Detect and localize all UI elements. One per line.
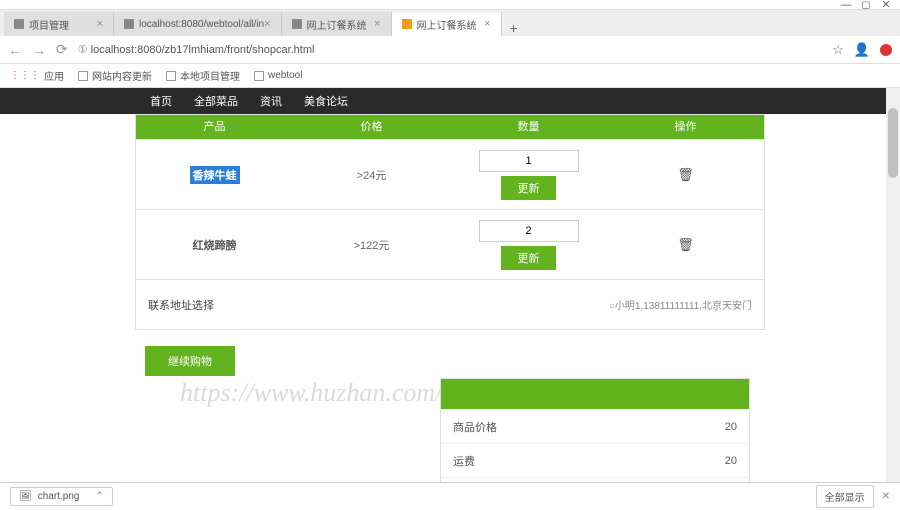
tab-close-icon[interactable]: × [264, 18, 270, 30]
download-item[interactable]: 🖼 chart.png ⌃ [10, 487, 113, 506]
product-price: >24元 [357, 167, 387, 183]
tab-close-icon[interactable]: × [97, 18, 103, 30]
nav-home[interactable]: 首页 [150, 93, 172, 109]
minimize-button[interactable]: — [840, 0, 852, 11]
update-button[interactable]: 更新 [501, 246, 556, 270]
update-button[interactable]: 更新 [501, 176, 556, 200]
summary-value: 20 [725, 455, 737, 467]
table-row: 香辣牛蛙 >24元 更新 🗑 [136, 139, 764, 209]
url-text: localhost:8080/zb17lmhiam/front/shopcar.… [91, 44, 315, 56]
tab-close-icon[interactable]: × [374, 18, 380, 30]
product-name[interactable]: 红烧蹄膀 [193, 237, 237, 253]
download-filename: chart.png [38, 491, 80, 502]
apps-button[interactable]: ⋮⋮⋮应用 [10, 68, 64, 83]
address-info[interactable]: ○小明1,13811111111,北京天安门 [609, 297, 752, 312]
bookmark-label: 本地项目管理 [180, 68, 240, 83]
tab-1[interactable]: 项目管理 × [4, 12, 114, 36]
tab-label: localhost:8080/webtool/all/in [139, 19, 264, 30]
product-name[interactable]: 香辣牛蛙 [190, 166, 240, 184]
tab-4-active[interactable]: 网上订餐系统 × [392, 12, 502, 36]
favicon-icon [14, 19, 24, 29]
bookmark-item[interactable]: 网站内容更新 [78, 68, 152, 83]
summary-label: 商品价格 [453, 419, 497, 435]
col-price: 价格 [293, 115, 450, 139]
col-qty: 数量 [450, 115, 607, 139]
maximize-button[interactable]: ◻ [860, 0, 872, 11]
col-action: 操作 [607, 115, 764, 139]
bookmark-star-icon[interactable]: ☆ [832, 42, 844, 58]
address-bar: ← → ⟳ ① localhost:8080/zb17lmhiam/front/… [0, 36, 900, 64]
browser-tabs: 项目管理× localhost:8080/webtool/all/in× 网上订… [0, 10, 900, 36]
table-row: 红烧蹄膀 >122元 更新 🗑 [136, 209, 764, 279]
trash-icon[interactable]: 🗑 [677, 167, 694, 183]
vertical-scrollbar[interactable] [886, 88, 900, 492]
bookmark-item[interactable]: webtool [254, 70, 302, 81]
summary-panel: 商品价格20 运费20 合计288 [440, 378, 750, 492]
page-icon [254, 71, 264, 81]
summary-value: 20 [725, 421, 737, 433]
user-icon[interactable]: 👤 [854, 42, 870, 58]
cart-table: 产品 价格 数量 操作 香辣牛蛙 >24元 更新 🗑 红烧蹄膀 >122元 更新… [135, 114, 765, 280]
download-bar: 🖼 chart.png ⌃ 全部显示 ✕ [0, 482, 900, 510]
chevron-up-icon[interactable]: ⌃ [95, 491, 103, 502]
file-icon: 🖼 [19, 491, 32, 502]
continue-shopping-button[interactable]: 继续购物 [145, 346, 235, 376]
info-icon: ① [78, 44, 88, 56]
bookmark-label: webtool [268, 70, 302, 81]
address-label: 联系地址选择 [148, 297, 214, 313]
bookmarks-bar: ⋮⋮⋮应用 网站内容更新 本地项目管理 webtool [0, 64, 900, 88]
page-icon [78, 71, 88, 81]
extension-icon[interactable] [880, 44, 892, 56]
tab-close-icon[interactable]: × [484, 18, 490, 30]
nav-all-dishes[interactable]: 全部菜品 [194, 93, 238, 109]
favicon-icon [402, 19, 412, 29]
summary-row: 运费 20 [441, 443, 749, 477]
close-download-bar-button[interactable]: ✕ [882, 491, 890, 502]
bookmark-label: 网站内容更新 [92, 68, 152, 83]
close-window-button[interactable]: ✕ [880, 0, 892, 11]
tab-2[interactable]: localhost:8080/webtool/all/in× [114, 12, 282, 36]
address-section: 联系地址选择 ○小明1,13811111111,北京天安门 [135, 280, 765, 330]
reload-button[interactable]: ⟳ [56, 41, 68, 58]
bookmark-item[interactable]: 本地项目管理 [166, 68, 240, 83]
table-header: 产品 价格 数量 操作 [136, 115, 764, 139]
tab-label: 项目管理 [29, 17, 69, 32]
favicon-icon [124, 19, 134, 29]
tab-label: 网上订餐系统 [307, 17, 367, 32]
summary-header [441, 379, 749, 409]
favicon-icon [292, 19, 302, 29]
site-nav: 首页 全部菜品 资讯 美食论坛 [0, 88, 900, 114]
window-titlebar: — ◻ ✕ [0, 0, 900, 10]
new-tab-button[interactable]: + [502, 20, 526, 36]
col-product: 产品 [136, 115, 293, 139]
qty-input[interactable] [479, 150, 579, 172]
forward-button[interactable]: → [32, 42, 46, 58]
page-icon [166, 71, 176, 81]
page-content: 首页 全部菜品 资讯 美食论坛 产品 价格 数量 操作 香辣牛蛙 >24元 更新… [0, 88, 900, 492]
back-button[interactable]: ← [8, 42, 22, 58]
product-price: >122元 [354, 237, 390, 253]
trash-icon[interactable]: 🗑 [677, 237, 694, 253]
summary-row: 商品价格 20 [441, 409, 749, 443]
apps-label: 应用 [44, 68, 64, 83]
scroll-thumb[interactable] [888, 108, 898, 178]
nav-news[interactable]: 资讯 [260, 93, 282, 109]
show-all-downloads-button[interactable]: 全部显示 [816, 485, 874, 508]
url-input[interactable]: ① localhost:8080/zb17lmhiam/front/shopca… [78, 43, 822, 56]
qty-input[interactable] [479, 220, 579, 242]
summary-label: 运费 [453, 453, 475, 469]
nav-forum[interactable]: 美食论坛 [304, 93, 348, 109]
tab-label: 网上订餐系统 [417, 17, 477, 32]
tab-3[interactable]: 网上订餐系统 × [282, 12, 392, 36]
